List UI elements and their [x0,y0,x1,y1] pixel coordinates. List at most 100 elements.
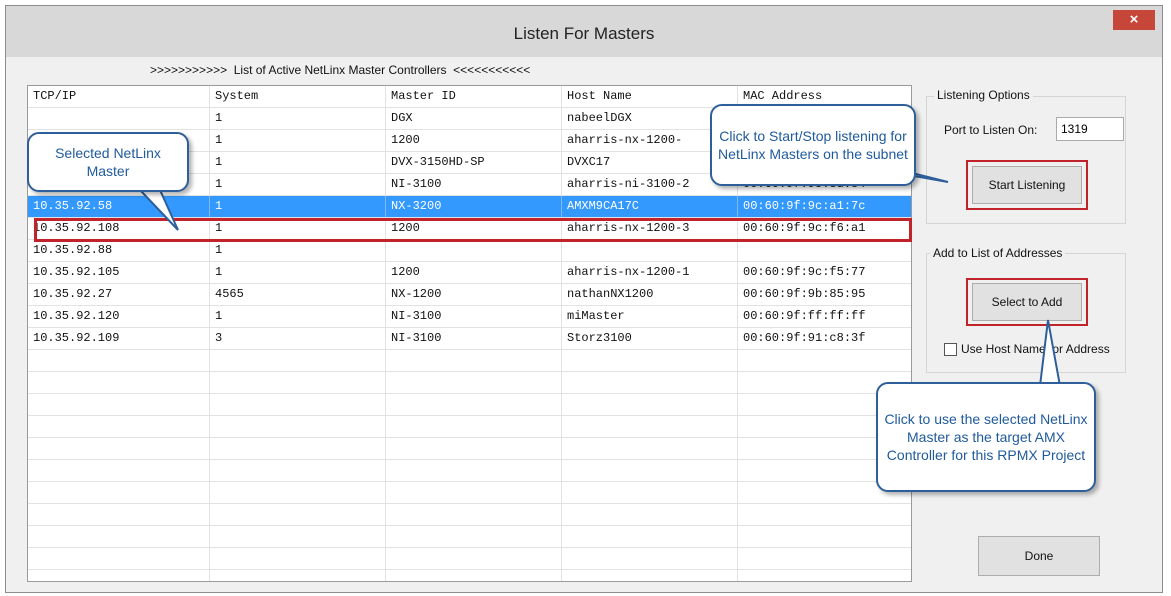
cell-master-id: 1200 [386,218,562,239]
cell-host-name [562,372,738,393]
table-row[interactable]: 10.35.92.27 4565 NX-1200 nathanNX1200 00:60:… [28,284,911,306]
cell-tcpip [28,372,210,393]
cell-system: 1 [210,130,386,151]
empty-table-row [28,416,911,438]
cell-tcpip [28,548,210,569]
cell-system [210,394,386,415]
cell-tcpip [28,482,210,503]
empty-table-row [28,438,911,460]
cell-system: 1 [210,306,386,327]
cell-master-id [386,350,562,371]
cell-host-name: Storz3100 [562,328,738,349]
cell-host-name: aharris-nx-1200-1 [562,262,738,283]
cell-system: 1 [210,240,386,261]
cell-mac-address: 00:60:9f:ff:ff:ff [738,306,911,327]
cell-master-id: 1200 [386,262,562,283]
title-bar: Listen For Masters × [6,6,1162,57]
cell-master-id [386,504,562,525]
cell-tcpip: 10.35.92.88 [28,240,210,261]
listening-options-label: Listening Options [934,88,1033,102]
cell-master-id [386,372,562,393]
cell-system [210,372,386,393]
cell-tcpip [28,438,210,459]
cell-host-name: AMXM9CA17C [562,196,738,217]
column-header-host-name[interactable]: Host Name [562,86,738,107]
cell-mac-address [738,350,911,371]
cell-master-id [386,482,562,503]
cell-master-id [386,240,562,261]
cell-tcpip [28,350,210,371]
select-to-add-highlight [966,278,1088,326]
cell-tcpip [28,526,210,547]
cell-tcpip: 10.35.92.27 [28,284,210,305]
cell-mac-address: 00:60:9f:9c:f6:a1 [738,218,911,239]
cell-host-name [562,570,738,581]
cell-host-name [562,460,738,481]
cell-system [210,482,386,503]
cell-master-id: DVX-3150HD-SP [386,152,562,173]
cell-tcpip: 10.35.92.120 [28,306,210,327]
cell-host-name [562,394,738,415]
cell-system [210,438,386,459]
table-row[interactable]: 10.35.92.120 1 NI-3100 miMaster 00:60:9f:ff:… [28,306,911,328]
cell-master-id: 1200 [386,130,562,151]
table-row[interactable]: 10.35.92.105 1 1200 aharris-nx-1200-1 00:60:… [28,262,911,284]
column-header-master-id[interactable]: Master ID [386,86,562,107]
cell-master-id: NX-1200 [386,284,562,305]
cell-mac-address [738,526,911,547]
cell-host-name [562,548,738,569]
column-header-system[interactable]: System [210,86,386,107]
cell-tcpip [28,460,210,481]
dialog-title: Listen For Masters [513,24,655,43]
cell-system: 1 [210,262,386,283]
column-header-tcpip[interactable]: TCP/IP [28,86,210,107]
cell-host-name [562,482,738,503]
cell-host-name [562,350,738,371]
table-row[interactable]: 10.35.92.109 3 NI-3100 Storz3100 00:60:9f:91… [28,328,911,350]
cell-tcpip [28,416,210,437]
empty-table-row [28,548,911,570]
cell-master-id: NI-3100 [386,306,562,327]
cell-system: 1 [210,108,386,129]
start-listening-highlight [966,160,1088,210]
use-host-name-checkbox[interactable] [944,343,957,356]
empty-table-row [28,482,911,504]
cell-system: 4565 [210,284,386,305]
cell-tcpip [28,504,210,525]
cell-mac-address: 00:60:9f:9c:f5:77 [738,262,911,283]
cell-tcpip: 10.35.92.109 [28,328,210,349]
cell-system: 1 [210,196,386,217]
done-button[interactable]: Done [978,536,1100,576]
cell-system: 1 [210,152,386,173]
cell-tcpip: 10.35.92.108 [28,218,210,239]
cell-system [210,570,386,581]
cell-system: 3 [210,328,386,349]
cell-system: 1 [210,174,386,195]
cell-master-id [386,548,562,569]
cell-host-name [562,240,738,261]
close-button[interactable]: × [1113,10,1155,30]
cell-master-id [386,570,562,581]
select-add-callout: Click to use the selected NetLinx Master… [876,382,1096,492]
cell-master-id [386,460,562,481]
cell-host-name: nathanNX1200 [562,284,738,305]
start-stop-callout: Click to Start/Stop listening for NetLin… [710,104,916,186]
cell-mac-address [738,548,911,569]
add-to-list-label: Add to List of Addresses [930,246,1066,260]
empty-table-row [28,372,911,394]
port-input[interactable]: 1319 [1056,117,1124,141]
cell-host-name [562,526,738,547]
table-row[interactable]: 10.35.92.58 1 NX-3200 AMXM9CA17C 00:60:9f:9c… [28,196,911,218]
cell-mac-address: 00:60:9f:9c:a1:7c [738,196,911,217]
cell-mac-address [738,240,911,261]
cell-host-name: aharris-nx-1200-3 [562,218,738,239]
cell-system [210,350,386,371]
table-row[interactable]: 10.35.92.88 1 [28,240,911,262]
cell-mac-address: 00:60:9f:9b:85:95 [738,284,911,305]
cell-host-name [562,438,738,459]
cell-master-id [386,438,562,459]
table-row[interactable]: 10.35.92.108 1 1200 aharris-nx-1200-3 00:60:… [28,218,911,240]
cell-master-id: NX-3200 [386,196,562,217]
empty-table-row [28,526,911,548]
cell-tcpip [28,394,210,415]
